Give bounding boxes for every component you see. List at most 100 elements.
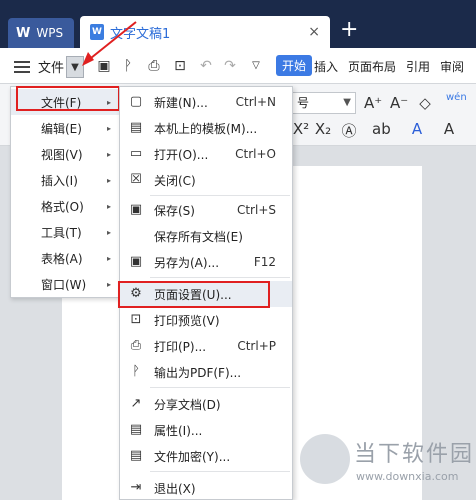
menu-item-label: 打开(O)... [154, 147, 209, 162]
watermark-name: 当下软件园 [354, 442, 475, 467]
close-tab-icon[interactable]: × [308, 24, 320, 40]
menu-item-format[interactable]: 格式(O) ▸ [11, 193, 121, 219]
menu-item-edit[interactable]: 编辑(E) ▸ [11, 115, 121, 141]
save-as-icon: ▣ [129, 254, 143, 269]
shortcut-label: Ctrl+N [235, 95, 276, 109]
menu-item-view[interactable]: 视图(V) ▸ [11, 141, 121, 167]
undo-icon[interactable]: ↶ [198, 58, 214, 74]
menu-item-label: 打印(P)... [154, 339, 207, 354]
menu-item-label: 新建(N)... [154, 95, 208, 110]
menu-item-tools[interactable]: 工具(T) ▸ [11, 219, 121, 245]
redo-icon[interactable]: ↷ [222, 58, 238, 74]
submenu-arrow-icon: ▸ [106, 149, 111, 159]
menu-item-save[interactable]: ▣ 保存(S) Ctrl+S [120, 197, 292, 223]
menu-item-print-preview[interactable]: ⊡ 打印预览(V) [120, 307, 292, 333]
title-bar: W WPS W 文字文稿1 × + [0, 0, 476, 48]
menu-item-template[interactable]: ▤ 本机上的模板(M)... [120, 115, 292, 141]
highlight-box-page-setup [118, 281, 270, 308]
menu-separator [150, 277, 290, 278]
submenu-arrow-icon: ▸ [106, 253, 111, 263]
menu-item-label: 文件加密(Y)... [154, 449, 231, 464]
submenu-arrow-icon: ▸ [106, 279, 111, 289]
font-grow-icon[interactable]: A⁺ [364, 94, 382, 112]
properties-icon: ▤ [129, 422, 143, 437]
annotation-arrow-icon [82, 21, 137, 66]
menu-item-properties[interactable]: ▤ 属性(I)... [120, 417, 292, 443]
exit-icon: ⇥ [130, 480, 142, 495]
menu-item-label: 退出(X) [154, 481, 196, 496]
menu-item-label: 属性(I)... [154, 423, 203, 438]
main-menu: 文件(F) ▸ 编辑(E) ▸ 视图(V) ▸ 插入(I) ▸ 格式(O) ▸ … [10, 86, 121, 298]
menu-item-open[interactable]: ▭ 打开(O)... Ctrl+O [120, 141, 292, 167]
folder-open-icon: ▭ [129, 146, 143, 161]
share-icon: ↗ [130, 396, 142, 411]
wps-logo-icon: W [16, 25, 31, 41]
menu-item-save-as[interactable]: ▣ 另存为(A)... F12 [120, 249, 292, 275]
shortcut-label: Ctrl+S [236, 203, 276, 217]
menu-item-label: 保存所有文档(E) [154, 229, 243, 244]
tab-wps-label: WPS [36, 26, 64, 40]
tab-page-layout[interactable]: 页面布局 [348, 58, 396, 75]
font-color-icon[interactable]: A [408, 120, 426, 138]
shortcut-label: F12 [253, 255, 276, 269]
highlight-icon[interactable]: ab [372, 120, 391, 138]
export-pdf-icon: ᚹ [132, 364, 140, 379]
menu-item-label: 打印预览(V) [154, 313, 220, 328]
hamburger-icon [14, 60, 30, 73]
text-effect-icon[interactable]: Ⓐ [340, 120, 358, 141]
print-icon: ⎙ [130, 338, 142, 353]
tab-wps-home[interactable]: W WPS [8, 18, 74, 48]
encrypt-icon: ▤ [129, 448, 143, 463]
menu-item-share[interactable]: ↗ 分享文档(D) [120, 391, 292, 417]
superscript-icon[interactable]: X² [292, 120, 310, 138]
menu-item-label: 保存(S) [154, 203, 195, 218]
menu-item-label: 编辑(E) [41, 121, 82, 136]
menu-separator [150, 195, 290, 196]
watermark-logo-icon [300, 434, 350, 484]
new-doc-icon: ▢ [129, 94, 143, 109]
print-preview-icon: ⊡ [130, 312, 142, 327]
tab-insert[interactable]: 插入 [314, 58, 338, 75]
submenu-arrow-icon: ▸ [106, 227, 111, 237]
menu-item-new[interactable]: ▢ 新建(N)... Ctrl+N [120, 89, 292, 115]
menu-item-close[interactable]: ☒ 关闭(C) [120, 167, 292, 193]
font-shrink-icon[interactable]: A⁻ [390, 94, 408, 112]
menu-item-print[interactable]: ⎙ 打印(P)... Ctrl+P [120, 333, 292, 359]
subscript-icon[interactable]: X₂ [314, 120, 332, 138]
menu-item-encrypt[interactable]: ▤ 文件加密(Y)... [120, 443, 292, 469]
save-icon: ▣ [129, 202, 143, 217]
menu-item-table[interactable]: 表格(A) ▸ [11, 245, 121, 271]
menu-separator [150, 471, 290, 472]
menu-item-label: 窗口(W) [41, 277, 87, 292]
submenu-arrow-icon: ▸ [106, 201, 111, 211]
clear-format-icon[interactable]: ◇ [416, 94, 434, 112]
menu-item-label: 分享文档(D) [154, 397, 221, 412]
menu-item-insert[interactable]: 插入(I) ▸ [11, 167, 121, 193]
char-shading-icon[interactable]: A [440, 120, 458, 138]
file-menu-button[interactable]: 文件 [14, 57, 64, 76]
print-icon[interactable]: ⎙ [146, 58, 162, 74]
menu-item-label: 本机上的模板(M)... [154, 121, 258, 136]
submenu-arrow-icon: ▸ [106, 123, 111, 133]
menu-item-save-all[interactable]: 保存所有文档(E) [120, 223, 292, 249]
phonetic-guide-icon[interactable]: wén [446, 92, 467, 103]
template-icon: ▤ [129, 120, 143, 135]
shortcut-label: Ctrl+O [235, 147, 276, 161]
watermark: 当下软件园 www.downxia.com [300, 430, 476, 500]
font-size-select[interactable]: 号 ▼ [292, 92, 356, 114]
menu-item-export-pdf[interactable]: ᚹ 输出为PDF(F)... [120, 359, 292, 385]
menu-item-label: 关闭(C) [154, 173, 196, 188]
more-dropdown-icon[interactable]: ▽ [248, 58, 264, 74]
tab-start[interactable]: 开始 [276, 55, 313, 76]
menu-item-label: 另存为(A)... [154, 255, 220, 270]
menu-item-window[interactable]: 窗口(W) ▸ [11, 271, 121, 297]
menu-item-label: 输出为PDF(F)... [154, 365, 242, 380]
menu-item-label: 表格(A) [41, 251, 83, 266]
new-tab-button[interactable]: + [340, 18, 358, 42]
menu-item-exit[interactable]: ⇥ 退出(X) [120, 475, 292, 500]
tab-references[interactable]: 引用 [406, 58, 430, 75]
font-size-value: 号 [297, 96, 310, 110]
tab-review[interactable]: 审阅 [440, 58, 464, 75]
shortcut-label: Ctrl+P [237, 339, 276, 353]
print-preview-icon[interactable]: ⊡ [172, 58, 188, 74]
